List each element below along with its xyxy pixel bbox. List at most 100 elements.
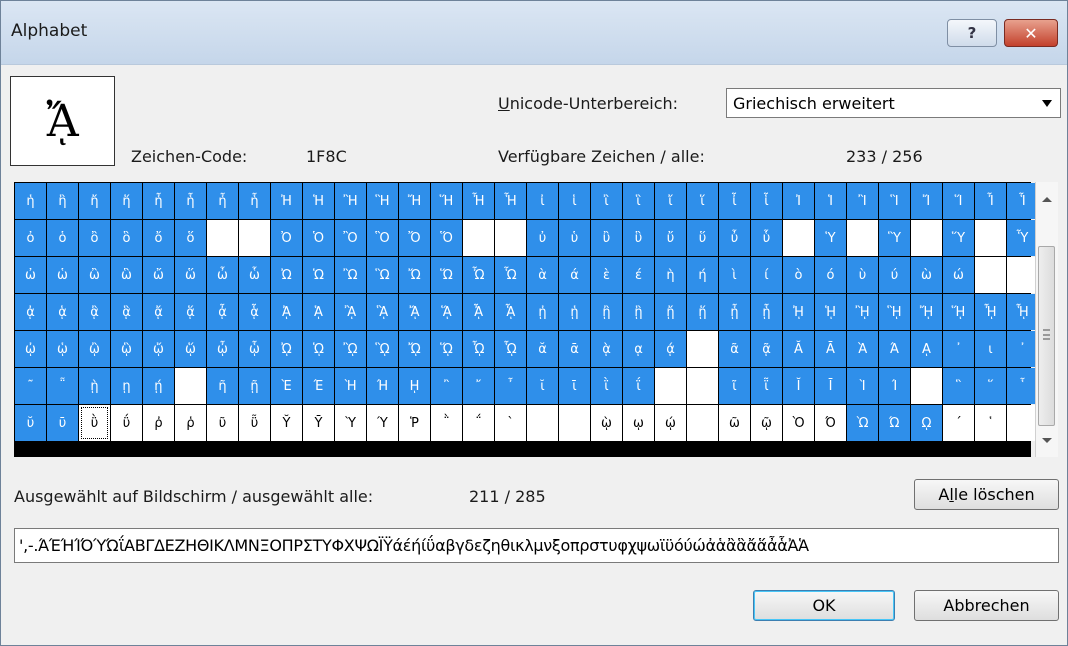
character-cell[interactable]: ᾿ xyxy=(1007,331,1038,367)
character-cell[interactable]: ᾏ xyxy=(495,294,526,330)
character-cell[interactable]: Ὰ xyxy=(847,331,878,367)
character-cell[interactable]: Ἠ xyxy=(271,183,302,219)
character-cell[interactable]: ᾣ xyxy=(111,331,142,367)
character-cell[interactable]: ῴ xyxy=(655,405,686,441)
character-cell[interactable]: ᾆ xyxy=(207,294,238,330)
character-cell[interactable]: ῇ xyxy=(239,368,270,404)
character-cell[interactable]: ῁ xyxy=(47,368,78,404)
character-cell[interactable]: Ὼ xyxy=(847,405,878,441)
character-cell[interactable]: ὒ xyxy=(591,220,622,256)
character-cell[interactable]: ὕ xyxy=(687,220,718,256)
character-cell[interactable]: Ὡ xyxy=(303,257,334,293)
character-cell[interactable]: ὲ xyxy=(591,257,622,293)
character-cell[interactable]: Ὠ xyxy=(271,257,302,293)
character-cell[interactable]: Ὓ xyxy=(879,220,910,256)
character-cell[interactable]: ῑ xyxy=(559,368,590,404)
character-cell[interactable]: ῥ xyxy=(175,405,206,441)
character-cell[interactable]: ὼ xyxy=(911,257,942,293)
character-cell[interactable]: ῍ xyxy=(431,368,462,404)
character-cell[interactable]: ῶ xyxy=(719,405,750,441)
ok-button[interactable]: OK xyxy=(753,590,895,621)
character-cell[interactable]: ά xyxy=(559,257,590,293)
character-cell[interactable] xyxy=(687,405,718,441)
character-cell[interactable]: ᾒ xyxy=(591,294,622,330)
character-cell[interactable]: ῀ xyxy=(15,368,46,404)
character-cell[interactable]: ῎ xyxy=(463,368,494,404)
character-cell[interactable] xyxy=(175,368,206,404)
character-cell[interactable]: Ὲ xyxy=(271,368,302,404)
character-cell[interactable]: ὠ xyxy=(15,257,46,293)
character-cell[interactable]: ὢ xyxy=(79,257,110,293)
character-cell[interactable]: Ί xyxy=(879,368,910,404)
character-cell[interactable]: ὃ xyxy=(111,220,142,256)
character-cell[interactable]: ᾩ xyxy=(303,331,334,367)
character-cell[interactable] xyxy=(911,220,942,256)
character-cell[interactable]: ἡ xyxy=(15,183,46,219)
character-cell[interactable]: ᾈ xyxy=(271,294,302,330)
character-cell[interactable]: ᾀ xyxy=(15,294,46,330)
character-cell[interactable]: ᾴ xyxy=(655,331,686,367)
character-cell[interactable]: ῦ xyxy=(207,405,238,441)
character-cell[interactable]: ῝ xyxy=(943,368,974,404)
character-cell[interactable]: Ᾰ xyxy=(783,331,814,367)
character-cell[interactable]: ᾘ xyxy=(783,294,814,330)
character-cell[interactable]: ῐ xyxy=(527,368,558,404)
character-cell[interactable]: ᾽ xyxy=(943,331,974,367)
character-cell[interactable]: ᾭ xyxy=(431,331,462,367)
character-cell[interactable]: ´ xyxy=(943,405,974,441)
character-cell[interactable]: ᾛ xyxy=(879,294,910,330)
character-cell[interactable]: Ὕ xyxy=(943,220,974,256)
character-cell[interactable]: ῢ xyxy=(79,405,110,441)
character-cell[interactable]: Ἢ xyxy=(335,183,366,219)
character-cell[interactable] xyxy=(559,405,590,441)
character-cell[interactable]: ᾷ xyxy=(751,331,782,367)
character-cell[interactable]: ᾌ xyxy=(399,294,430,330)
character-cell[interactable]: ὁ xyxy=(47,220,78,256)
character-cell[interactable]: ᾃ xyxy=(111,294,142,330)
character-cell[interactable]: ᾄ xyxy=(143,294,174,330)
character-cell[interactable]: ἳ xyxy=(623,183,654,219)
character-cell[interactable]: ὅ xyxy=(175,220,206,256)
character-cell[interactable]: Ὢ xyxy=(335,257,366,293)
dropdown-arrow-icon[interactable] xyxy=(1042,100,1052,107)
character-cell[interactable]: ᾤ xyxy=(143,331,174,367)
character-cell[interactable]: ἷ xyxy=(751,183,782,219)
character-cell[interactable]: Ὗ xyxy=(1007,220,1038,256)
character-cell[interactable]: ᾨ xyxy=(271,331,302,367)
character-cell[interactable]: ὀ xyxy=(15,220,46,256)
character-cell[interactable]: ᾯ xyxy=(495,331,526,367)
character-cell[interactable]: ᾢ xyxy=(79,331,110,367)
character-cell[interactable]: ἲ xyxy=(591,183,622,219)
character-cell[interactable]: ῃ xyxy=(111,368,142,404)
character-cell[interactable]: ύ xyxy=(879,257,910,293)
character-cell[interactable]: ᾼ xyxy=(911,331,942,367)
character-cell[interactable]: ῏ xyxy=(495,368,526,404)
character-cell[interactable]: ᾶ xyxy=(719,331,750,367)
character-cell[interactable]: Ά xyxy=(879,331,910,367)
character-cell[interactable]: ὶ xyxy=(719,257,750,293)
character-cell[interactable]: ᾟ xyxy=(1007,294,1038,330)
scroll-up-icon[interactable] xyxy=(1042,197,1052,202)
character-cell[interactable]: ᾜ xyxy=(911,294,942,330)
character-cell[interactable]: ΰ xyxy=(111,405,142,441)
character-cell[interactable]: Ώ xyxy=(879,405,910,441)
character-cell[interactable]: Ό xyxy=(815,405,846,441)
character-cell[interactable] xyxy=(687,331,718,367)
character-cell[interactable]: ῞ xyxy=(975,368,1006,404)
character-cell[interactable] xyxy=(527,405,558,441)
character-cell[interactable]: ἰ xyxy=(527,183,558,219)
character-cell[interactable]: Ἧ xyxy=(495,183,526,219)
character-cell[interactable]: ᾉ xyxy=(303,294,334,330)
character-cell[interactable]: Ὦ xyxy=(463,257,494,293)
character-cell[interactable]: ᾳ xyxy=(623,331,654,367)
character-cell[interactable]: ῄ xyxy=(143,368,174,404)
character-cell[interactable]: ` xyxy=(495,405,526,441)
character-cell[interactable]: ἣ xyxy=(47,183,78,219)
character-cell[interactable]: Ῥ xyxy=(399,405,430,441)
selection-text-field[interactable]: ',-.ΆΈΉΊΌΎΏΐΑΒΓΔΕΖΗΘΙΚΛΜΝΞΟΠΡΣΤΥΦΧΨΩΪΫάέ… xyxy=(14,528,1059,563)
character-cell[interactable]: ὂ xyxy=(79,220,110,256)
character-cell[interactable]: Ὁ xyxy=(303,220,334,256)
character-cell[interactable]: ᾇ xyxy=(239,294,270,330)
character-cell[interactable]: ὦ xyxy=(207,257,238,293)
character-cell[interactable]: Ὤ xyxy=(399,257,430,293)
